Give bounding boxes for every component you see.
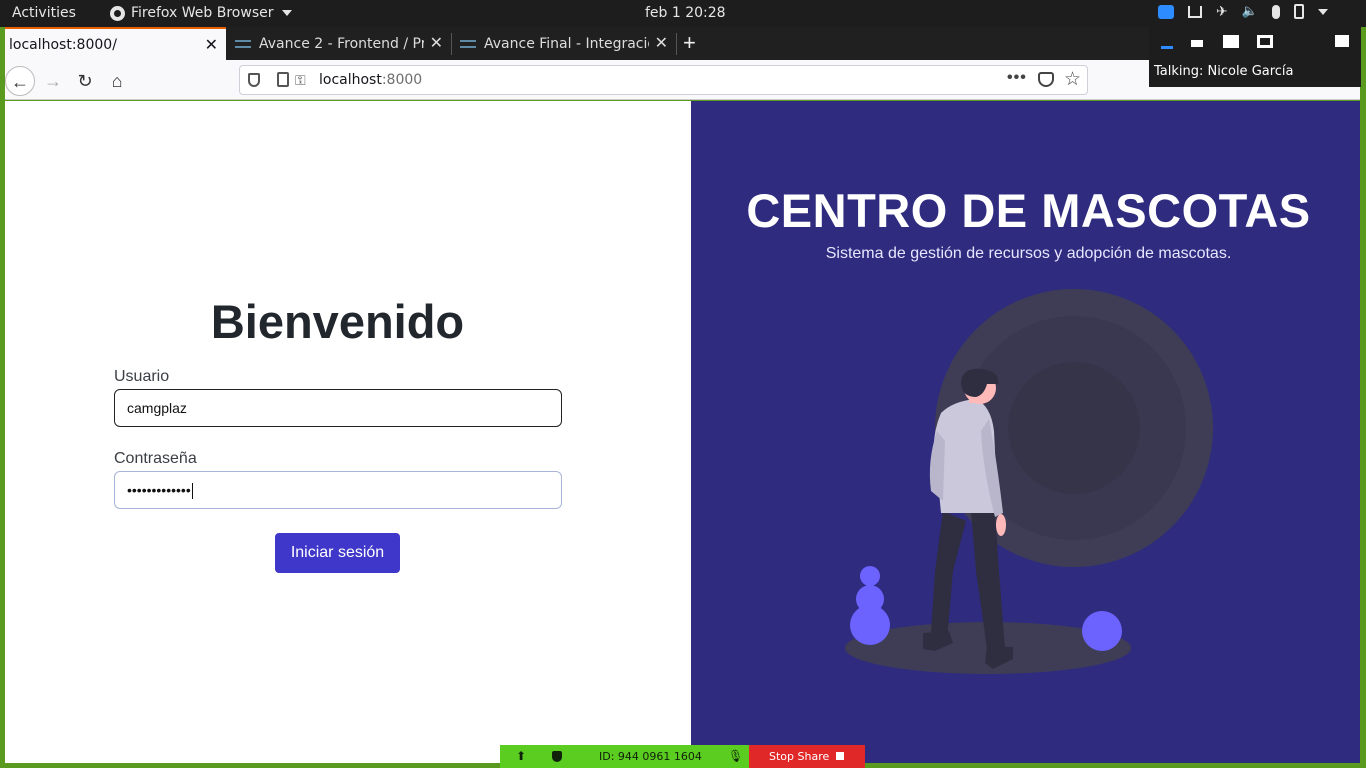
site-favicon-icon xyxy=(460,39,476,48)
login-panel: Bienvenido Usuario camgplaz Contraseña •… xyxy=(5,101,691,763)
exit-view-icon[interactable] xyxy=(1335,35,1349,47)
chevron-down-icon[interactable] xyxy=(1317,8,1328,15)
thumbnail-view-icon[interactable] xyxy=(1191,40,1203,47)
bubble-right xyxy=(1082,611,1122,651)
bookmark-star-icon[interactable]: ☆ xyxy=(1064,68,1081,91)
tab-strip: localhost:8000/ ✕ Avance 2 - Frontend / … xyxy=(5,27,1149,60)
tab-title: Avance Final - Integració xyxy=(484,35,649,52)
tab-localhost[interactable]: localhost:8000/ ✕ xyxy=(5,27,226,60)
chevron-down-icon xyxy=(281,10,292,16)
system-top-bar: Activities Firefox Web Browser feb 1 20:… xyxy=(0,0,1366,27)
tab-separator xyxy=(451,33,452,55)
zoom-video-panel: Talking: Nicole García xyxy=(1149,27,1361,87)
tab-separator xyxy=(676,33,677,55)
address-bar[interactable]: ⚿ localhost:8000 ••• ☆ xyxy=(239,65,1088,95)
bubble-small xyxy=(860,566,880,586)
username-value: camgplaz xyxy=(127,400,187,416)
mute-microphone-icon[interactable]: 🎙 xyxy=(728,749,743,763)
tab-avance-final[interactable]: Avance Final - Integració ✕ xyxy=(454,27,676,60)
backdrop-circle-inner xyxy=(1008,362,1140,494)
meeting-id: ID: 944 0961 1604 xyxy=(599,750,702,763)
page-title: Bienvenido xyxy=(210,295,465,348)
left-arm xyxy=(929,431,945,501)
stop-icon xyxy=(836,752,844,760)
microphone-icon xyxy=(1271,4,1280,19)
system-tray[interactable]: ✈ 🔈 xyxy=(1158,4,1328,19)
zoom-icon[interactable] xyxy=(1158,4,1174,19)
page-info-icon[interactable] xyxy=(277,72,289,87)
shield-icon[interactable] xyxy=(248,73,260,87)
tab-title: localhost:8000/ xyxy=(9,36,117,53)
gallery-view-icon[interactable] xyxy=(1257,35,1273,48)
speaker-view-icon[interactable] xyxy=(1223,35,1239,48)
right-hand xyxy=(996,514,1006,536)
password-input[interactable]: ••••••••••••• xyxy=(114,471,562,509)
text-cursor xyxy=(191,483,193,500)
home-button[interactable]: ⌂ xyxy=(102,66,132,96)
zoom-share-bar: ⬆ ID: 944 0961 1604 🎙 Stop Share xyxy=(500,745,865,768)
username-label: Usuario xyxy=(114,368,170,385)
url-port: :8000 xyxy=(381,72,423,88)
page-actions-icon[interactable]: ••• xyxy=(1007,69,1027,87)
reload-button[interactable]: ↻ xyxy=(70,66,100,96)
stop-share-label: Stop Share xyxy=(769,750,830,763)
tab-avance-2[interactable]: Avance 2 - Frontend / Pro ✕ xyxy=(229,27,451,60)
speaker-icon: 🔈 xyxy=(1241,3,1258,19)
clock[interactable]: feb 1 20:28 xyxy=(645,5,726,21)
username-input[interactable]: camgplaz xyxy=(114,389,562,427)
share-status: ⬆ ID: 944 0961 1604 🎙 xyxy=(500,745,749,768)
password-value: ••••••••••••• xyxy=(127,482,191,498)
key-icon[interactable]: ⚿ xyxy=(295,72,306,89)
back-button[interactable]: ← xyxy=(5,66,35,96)
url-text[interactable]: localhost:8000 xyxy=(319,72,422,88)
airplane-icon: ✈ xyxy=(1216,3,1228,20)
login-button[interactable]: Iniciar sesión xyxy=(275,533,400,573)
talking-indicator: Talking: Nicole García xyxy=(1154,64,1294,79)
battery-icon xyxy=(1293,4,1304,19)
close-icon[interactable]: ✕ xyxy=(430,35,443,51)
security-shield-icon[interactable] xyxy=(552,751,562,762)
app-menu[interactable]: Firefox Web Browser xyxy=(110,5,292,21)
pin-icon[interactable]: ⬆ xyxy=(516,749,526,763)
bubble-large xyxy=(850,605,890,645)
left-leg xyxy=(928,511,966,641)
brand-panel: CENTRO DE MASCOTAS Sistema de gestión de… xyxy=(691,101,1360,763)
minimize-view-icon[interactable] xyxy=(1161,46,1173,49)
app-menu-label: Firefox Web Browser xyxy=(131,5,274,21)
network-icon xyxy=(1188,5,1202,18)
zoom-view-options xyxy=(1149,35,1361,51)
new-tab-button[interactable]: + xyxy=(683,31,696,55)
site-favicon-icon xyxy=(235,39,251,48)
web-page: Bienvenido Usuario camgplaz Contraseña •… xyxy=(5,101,1360,763)
close-icon[interactable]: ✕ xyxy=(205,37,218,53)
close-icon[interactable]: ✕ xyxy=(655,35,668,51)
activities-button[interactable]: Activities xyxy=(12,5,76,21)
url-host: localhost xyxy=(319,72,382,88)
person-walking-illustration xyxy=(845,289,1213,674)
forward-button[interactable]: → xyxy=(38,66,68,96)
pocket-icon[interactable] xyxy=(1038,72,1054,87)
tab-title: Avance 2 - Frontend / Pro xyxy=(259,35,424,52)
stop-share-button[interactable]: Stop Share xyxy=(749,745,865,768)
password-label: Contraseña xyxy=(114,450,197,467)
firefox-icon xyxy=(110,5,125,21)
